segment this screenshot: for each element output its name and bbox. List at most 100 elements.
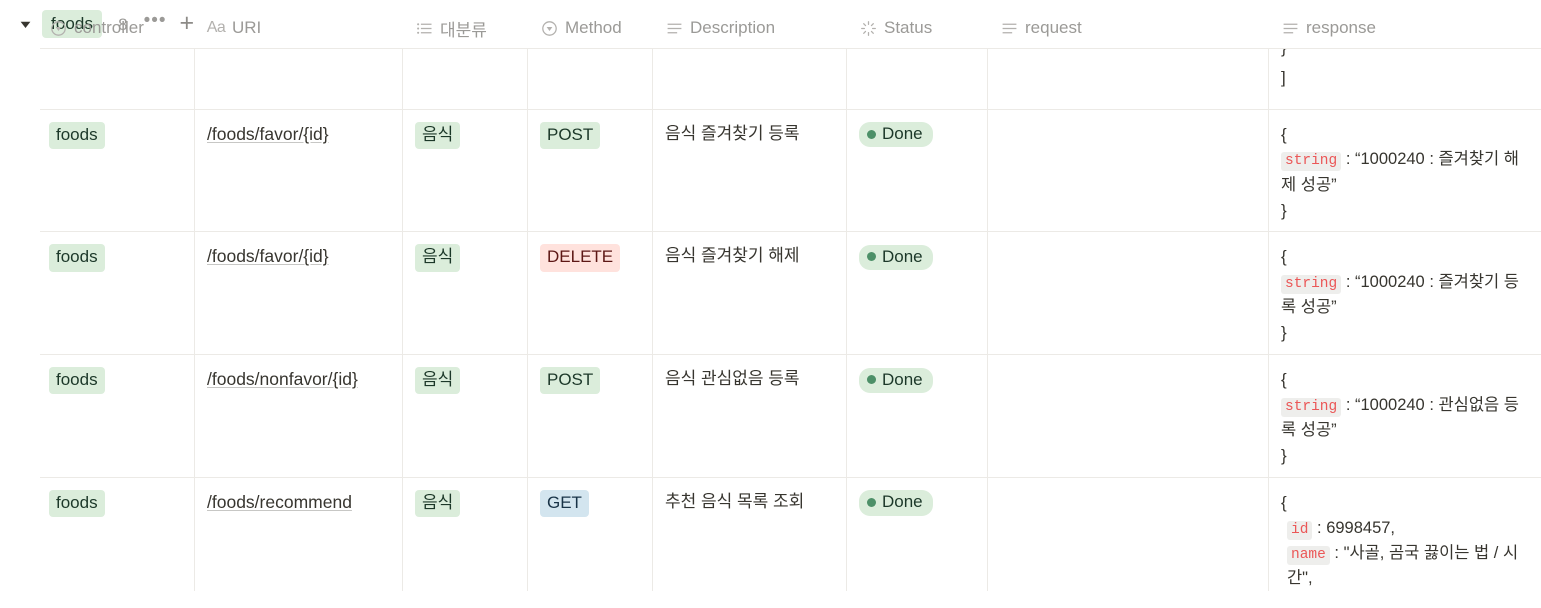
cell-method[interactable]: POST <box>528 355 653 478</box>
cell-uri[interactable] <box>195 49 403 109</box>
method-tag: POST <box>540 121 601 149</box>
json-line: name : "사골, 곰국 끓이는 법 / 시간", <box>1281 541 1533 591</box>
title-aa-icon: Aa <box>206 19 226 36</box>
cell-description[interactable]: 음식 즐겨찾기 등록 <box>653 109 847 232</box>
category-tag: 음식 <box>415 367 461 395</box>
cell-controller[interactable] <box>40 49 195 109</box>
cell-request[interactable] <box>988 109 1269 232</box>
column-header-uri[interactable]: Aa URI <box>195 7 403 49</box>
cell-status[interactable]: Done <box>847 478 988 592</box>
cell-request[interactable] <box>988 478 1269 592</box>
json-close-brace: } <box>1281 200 1287 220</box>
json-open-brace: { <box>1281 370 1287 390</box>
json-separator: : <box>1317 518 1322 537</box>
cell-method[interactable]: DELETE <box>528 232 653 355</box>
cell-status[interactable]: Done <box>847 232 988 355</box>
column-header-label: 대분류 <box>440 20 487 40</box>
controller-tag: foods <box>49 367 105 395</box>
column-header-method[interactable]: Method <box>528 7 653 49</box>
status-label: Done <box>882 246 923 266</box>
cell-controller[interactable]: foods <box>40 478 195 592</box>
json-block: { id : 6998457, name : "사골, 곰국 끓이는 법 / 시… <box>1281 490 1533 591</box>
json-close-brace: } <box>1281 323 1287 343</box>
cell-category[interactable] <box>403 49 528 109</box>
cell-description[interactable]: 음식 관심없음 등록 <box>653 355 847 478</box>
table-row[interactable]: foods /foods/nonfavor/{id} 음식 POST 음식 관심… <box>40 355 1541 479</box>
cell-status[interactable]: Done <box>847 109 988 232</box>
cell-uri[interactable]: /foods/recommend <box>195 478 403 592</box>
controller-tag: foods <box>49 490 105 518</box>
table-row[interactable]: } ] <box>40 49 1541 110</box>
status-property-icon <box>859 19 877 37</box>
multi-select-icon <box>415 19 433 37</box>
json-close-bracket: ] <box>1281 67 1286 87</box>
status-dot-icon <box>867 498 876 508</box>
method-tag: DELETE <box>540 244 621 272</box>
uri-link[interactable]: /foods/favor/{id} <box>207 124 329 144</box>
json-line: string : “1000240 : 즐겨찾기 해제 성공” <box>1281 147 1533 197</box>
json-line: string : “1000240 : 즐겨찾기 등록 성공” <box>1281 270 1533 320</box>
column-header-description[interactable]: Description <box>653 7 847 49</box>
cell-request[interactable] <box>988 49 1269 109</box>
column-header-category[interactable]: 대분류 <box>403 7 528 49</box>
cell-uri[interactable]: /foods/nonfavor/{id} <box>195 355 403 478</box>
cell-method[interactable]: POST <box>528 109 653 232</box>
cell-controller[interactable]: foods <box>40 109 195 232</box>
uri-link[interactable]: /foods/recommend <box>207 492 352 512</box>
cell-response[interactable]: { string : “1000240 : 즐겨찾기 등록 성공” } <box>1269 232 1541 354</box>
status-dot-icon <box>867 129 876 139</box>
method-tag: GET <box>540 490 589 518</box>
status-label: Done <box>882 369 923 389</box>
status-label: Done <box>882 492 923 512</box>
column-header-label: response <box>1306 18 1376 37</box>
cell-controller[interactable]: foods <box>40 232 195 355</box>
cell-controller[interactable]: foods <box>40 355 195 478</box>
cell-method[interactable] <box>528 49 653 109</box>
cell-response[interactable]: { string : “1000240 : 즐겨찾기 해제 성공” } <box>1269 110 1541 232</box>
column-header-controller[interactable]: controller <box>40 7 195 49</box>
cell-category[interactable]: 음식 <box>403 109 528 232</box>
column-header-request[interactable]: request <box>988 7 1269 49</box>
json-line: string : “1000240 : 관심없음 등록 성공” <box>1281 393 1533 443</box>
json-value: 6998457, <box>1326 518 1396 537</box>
column-header-status[interactable]: Status <box>847 7 988 49</box>
cell-description[interactable]: 음식 즐겨찾기 해제 <box>653 232 847 355</box>
cell-description[interactable]: 추천 음식 목록 조회 <box>653 478 847 592</box>
status-dot-icon <box>867 375 876 385</box>
cell-category[interactable]: 음식 <box>403 478 528 592</box>
status-badge: Done <box>859 244 933 271</box>
cell-uri[interactable]: /foods/favor/{id} <box>195 232 403 355</box>
uri-link[interactable]: /foods/favor/{id} <box>207 246 329 266</box>
cell-uri[interactable]: /foods/favor/{id} <box>195 109 403 232</box>
status-badge: Done <box>859 367 933 393</box>
cell-status[interactable] <box>847 49 988 109</box>
column-header-label: URI <box>232 18 262 37</box>
cell-method[interactable]: GET <box>528 478 653 592</box>
category-tag: 음식 <box>415 121 461 149</box>
table-row[interactable]: foods /foods/favor/{id} 음식 DELETE 음식 즐겨찾… <box>40 232 1541 356</box>
json-close-brace: } <box>1281 49 1533 61</box>
json-key: string <box>1281 275 1342 295</box>
cell-category[interactable]: 음식 <box>403 355 528 478</box>
cell-status[interactable]: Done <box>847 355 988 478</box>
select-property-icon <box>49 19 67 37</box>
cell-response[interactable]: { string : “1000240 : 관심없음 등록 성공” } <box>1269 355 1541 477</box>
json-block: { string : “1000240 : 즐겨찾기 해제 성공” } <box>1281 122 1533 224</box>
table-row[interactable]: foods /foods/favor/{id} 음식 POST 음식 즐겨찾기 … <box>40 109 1541 233</box>
json-key: name <box>1287 546 1330 565</box>
json-line: id : 6998457, <box>1281 516 1533 541</box>
cell-request[interactable] <box>988 355 1269 478</box>
cell-description[interactable] <box>653 49 847 109</box>
json-open-brace: { <box>1281 124 1287 144</box>
cell-request[interactable] <box>988 232 1269 355</box>
json-block: { string : “1000240 : 관심없음 등록 성공” } <box>1281 367 1533 469</box>
table-row[interactable]: foods /foods/recommend 음식 GET 추천 음식 목록 조… <box>40 478 1541 592</box>
triangle-down-icon[interactable] <box>14 13 36 35</box>
uri-link[interactable]: /foods/nonfavor/{id} <box>207 369 358 389</box>
cell-response[interactable]: } ] <box>1269 49 1541 109</box>
cell-category[interactable]: 음식 <box>403 232 528 355</box>
column-header-response[interactable]: response <box>1269 7 1541 49</box>
cell-response[interactable]: { id : 6998457, name : "사골, 곰국 끓이는 법 / 시… <box>1269 478 1541 591</box>
column-header-label: request <box>1025 18 1082 37</box>
json-open-brace: { <box>1281 493 1287 513</box>
